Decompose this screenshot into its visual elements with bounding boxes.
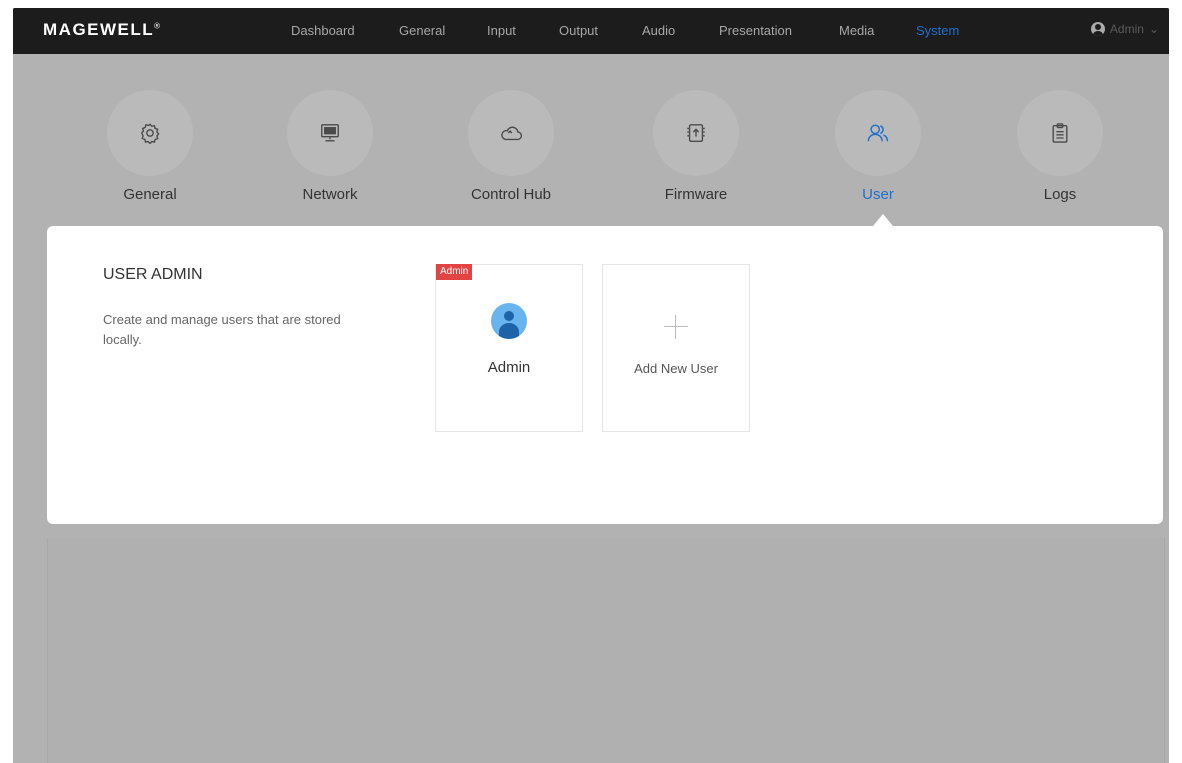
- subnav-firmware-label: Firmware: [664, 186, 728, 203]
- section-description: Create and manage users that are stored …: [103, 312, 341, 347]
- content-background: [47, 538, 1165, 763]
- subnav-general-circle: [107, 90, 193, 176]
- active-tab-pointer: [873, 214, 893, 226]
- subnav-firmware[interactable]: Firmware: [653, 90, 739, 203]
- subnav-user-label: User: [862, 186, 894, 203]
- subnav-control-hub-label: Control Hub: [470, 186, 552, 203]
- clipboard-icon: [1052, 123, 1068, 143]
- nav-general[interactable]: General: [399, 23, 445, 38]
- subnav-network-label: Network: [302, 186, 358, 203]
- nav-dashboard[interactable]: Dashboard: [291, 23, 355, 38]
- registered-mark: ®: [154, 21, 161, 31]
- subnav-control-hub[interactable]: Control Hub: [468, 90, 554, 203]
- subnav-control-hub-circle: [468, 90, 554, 176]
- subnav-firmware-circle: [653, 90, 739, 176]
- monitor-icon: [321, 124, 339, 142]
- subnav-general[interactable]: General: [107, 90, 193, 203]
- subnav-network[interactable]: Network: [287, 90, 373, 203]
- section-title: USER ADMIN: [103, 266, 203, 283]
- nav-system[interactable]: System: [916, 23, 959, 38]
- user-admin-panel: USER ADMIN Create and manage users that …: [47, 226, 1163, 524]
- subnav-user[interactable]: User: [835, 90, 921, 203]
- plus-icon: [664, 315, 688, 339]
- subnav-logs-label: Logs: [1043, 186, 1077, 203]
- subnav-general-label: General: [123, 186, 177, 203]
- subnav-network-circle: [287, 90, 373, 176]
- user-menu[interactable]: Admin ⌄: [1090, 22, 1159, 36]
- subnav-user-circle: [835, 90, 921, 176]
- app-frame: MAGEWELL® Dashboard General Input Output…: [13, 8, 1169, 763]
- add-new-user-label: Add New User: [634, 361, 718, 376]
- cloud-icon: [501, 126, 523, 141]
- nav-media[interactable]: Media: [839, 23, 874, 38]
- admin-badge: Admin: [436, 264, 473, 280]
- avatar-icon: [491, 303, 527, 339]
- chevron-down-icon: ⌄: [1148, 22, 1159, 36]
- user-card-admin[interactable]: Admin Admin: [435, 264, 583, 432]
- users-icon: [867, 124, 889, 142]
- subnav-logs[interactable]: Logs: [1017, 90, 1103, 203]
- user-name: Admin: [487, 359, 531, 376]
- user-menu-label: Admin: [1109, 22, 1144, 36]
- gear-icon: [140, 123, 160, 144]
- nav-audio[interactable]: Audio: [642, 23, 675, 38]
- nav-presentation[interactable]: Presentation: [719, 23, 792, 38]
- magewell-logo[interactable]: MAGEWELL®: [43, 20, 160, 40]
- top-navigation-bar: MAGEWELL® Dashboard General Input Output…: [13, 8, 1169, 54]
- logo-text: MAGEWELL: [43, 20, 155, 39]
- user-circle-icon: [1090, 22, 1105, 36]
- subnav-logs-circle: [1017, 90, 1103, 176]
- add-new-user-card[interactable]: Add New User: [602, 264, 750, 432]
- firmware-upload-icon: [687, 124, 705, 142]
- nav-input[interactable]: Input: [487, 23, 516, 38]
- nav-output[interactable]: Output: [559, 23, 598, 38]
